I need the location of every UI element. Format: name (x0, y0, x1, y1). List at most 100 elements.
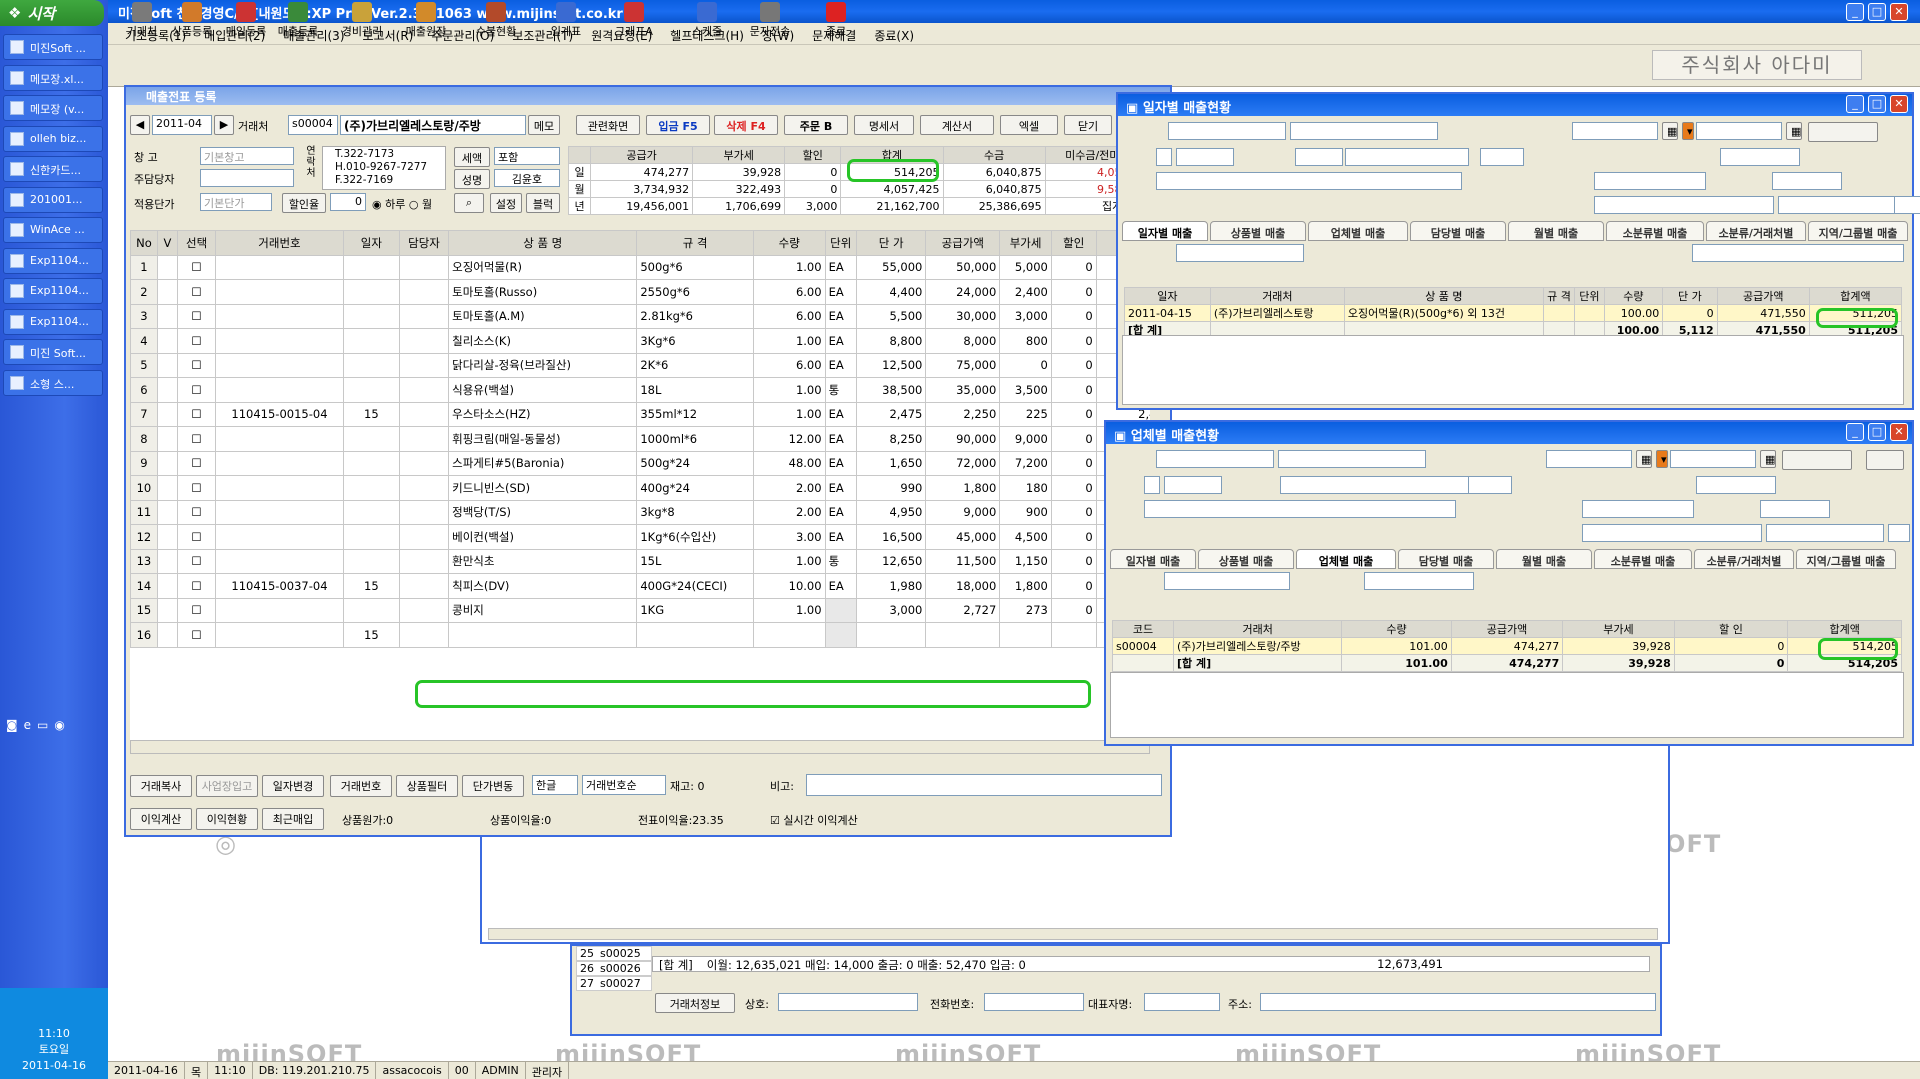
data-select[interactable] (1582, 524, 1762, 542)
grid-cell[interactable]: 스파게티#5(Baronia) (448, 450, 638, 476)
table-row[interactable]: 7 ☐ 110415-0015-04 15 우스타소스(HZ) 355ml*12 1.00 E… (130, 401, 1150, 427)
report-tab[interactable]: 상품별 매출 (1210, 221, 1306, 241)
table-row[interactable]: 12 ☐ 베이컨(백설) 1Kg*6(수입산) 3.00 EA 16,500 45,000 4,… (130, 524, 1150, 550)
grid-cell[interactable]: 72,000 (925, 450, 1001, 476)
grid-cell[interactable]: 1,980 (855, 573, 927, 599)
grid-cell[interactable]: 180 (999, 475, 1052, 501)
biz-select[interactable] (1168, 122, 1286, 140)
grid-cell[interactable]: EA (824, 426, 857, 452)
slip-action-button[interactable]: 명세서 (854, 115, 914, 135)
grid-cell[interactable]: 400g*24 (636, 475, 754, 501)
grid-cell[interactable]: 12.00 (752, 426, 826, 452)
grid-cell[interactable]: 900 (999, 499, 1052, 525)
row-checkbox[interactable]: ☐ (177, 377, 217, 403)
report-tab[interactable]: 상품별 매출 (1198, 549, 1294, 569)
grid-cell[interactable]: 3.00 (752, 524, 826, 550)
grid-cell[interactable]: 5,500 (855, 303, 927, 329)
sort-select[interactable] (1364, 572, 1474, 590)
grid-cell[interactable]: 0 (1050, 254, 1097, 280)
grid-header[interactable]: 단위 (1574, 287, 1605, 305)
grid-cell[interactable]: 500g*24 (636, 450, 754, 476)
table-row[interactable]: 11☐정백당(T/S)3kg*82.00EA4,9509,00090009,90… (130, 499, 1150, 525)
grid-cell[interactable]: 50,000 (925, 254, 1001, 280)
calendar-icon[interactable]: ▦ (1760, 450, 1776, 468)
calendar-icon[interactable]: ▦ (1636, 450, 1652, 468)
grid-cell[interactable]: 3kg*8 (636, 499, 754, 525)
cat-select[interactable] (1582, 500, 1694, 518)
grid-cell[interactable]: 3Kg*6 (636, 328, 754, 354)
grid-cell[interactable]: 38,500 (855, 377, 927, 403)
grid-cell[interactable]: 16,500 (855, 524, 927, 550)
table-row[interactable]: 14 ☐ 110415-0037-04 15 칙피스(DV) 400G*24(CECI) 1… (130, 573, 1150, 599)
report-tab[interactable]: 업체별 매출 (1308, 221, 1408, 241)
company-close-button[interactable]: ✕ (1890, 423, 1908, 441)
grid-cell[interactable]: 닭다리살-정육(브라질산) (448, 352, 638, 378)
grid-cell[interactable]: EA (824, 401, 857, 427)
ie-icon[interactable]: e (24, 718, 31, 732)
grid-header[interactable]: 단 가 (855, 230, 927, 256)
slip-action-button[interactable]: 계산서 (920, 115, 994, 135)
grid-cell[interactable]: 2K*6 (636, 352, 754, 378)
firefox-icon[interactable]: ◉ (54, 718, 64, 732)
grid-cell[interactable]: 1,150 (999, 548, 1052, 574)
lang-select[interactable]: 한글 (532, 775, 578, 795)
client-name-field[interactable]: (주)가브리엘레스토랑/주방 (340, 115, 526, 135)
grid-cell[interactable]: 8,800 (855, 328, 927, 354)
report-tab[interactable]: 소분류별 매출 (1594, 549, 1692, 569)
grid-cell[interactable]: 0 (1050, 279, 1097, 305)
grid-cell[interactable]: 0 (999, 352, 1052, 378)
print-button[interactable] (1866, 450, 1904, 470)
grid-header[interactable]: 규 격 (636, 230, 754, 256)
grid-cell[interactable] (855, 622, 927, 648)
toolbar-button[interactable]: 매입등록 (220, 2, 272, 40)
biz-select[interactable] (1156, 450, 1274, 468)
row-checkbox[interactable]: ☐ (177, 548, 217, 574)
table-row[interactable]: 3 ☐ 토마토홀(A.M) 2.81kg*6 6.00 EA 5,500 30,000 3,00… (130, 303, 1150, 329)
grid-header[interactable]: 합계액 (1787, 620, 1902, 638)
client-code-field[interactable] (1295, 148, 1343, 166)
row-checkbox[interactable]: ☐ (177, 524, 217, 550)
grid-cell[interactable]: 0 (1050, 328, 1097, 354)
grid-cell[interactable]: 1.00 (752, 401, 826, 427)
grid-cell[interactable]: EA (824, 352, 857, 378)
prev-month-button[interactable]: ◀ (130, 115, 150, 135)
client-name-field[interactable] (1280, 476, 1482, 494)
toolbar-button[interactable]: 경비관리 (333, 2, 391, 40)
row-checkbox[interactable]: ☐ (177, 475, 217, 501)
grid-cell[interactable]: EA (824, 573, 857, 599)
slip-action-button[interactable]: 주문 B (784, 115, 848, 135)
grid-cell[interactable]: 0 (1050, 524, 1097, 550)
product-input[interactable] (1156, 172, 1462, 190)
grid-cell[interactable]: 0 (1050, 426, 1097, 452)
taskbar-item[interactable]: WinAce ... (3, 217, 103, 243)
taskbar-item[interactable]: 201001... (3, 186, 103, 213)
row-checkbox[interactable]: ☐ (177, 303, 217, 329)
period-day-radio[interactable]: ◉ 하루 ○ 월 (372, 196, 432, 212)
taskbar-item[interactable]: 메모장 (v... (3, 95, 103, 121)
taskbar-item[interactable]: Exp1104... (3, 308, 103, 335)
table-row[interactable]: 4☐칠리소스(K)3Kg*61.00EA8,8008,00080008,800 (130, 328, 1150, 354)
dropdown-icon[interactable]: ▾ (1682, 122, 1694, 140)
row-checkbox[interactable]: ☐ (177, 352, 217, 378)
grid-header[interactable]: 합계액 (1808, 287, 1903, 305)
slip-tool-button[interactable]: 단가변동 (462, 775, 524, 797)
maximize-button[interactable]: □ (1868, 3, 1886, 21)
grid-cell[interactable] (1050, 622, 1097, 648)
grid-cell[interactable]: 0 (1050, 352, 1097, 378)
slip-tool-button[interactable]: 일자변경 (262, 775, 324, 797)
grid-cell[interactable]: 토마토홀(Russo) (448, 279, 638, 305)
minimize-button[interactable]: _ (1846, 3, 1864, 21)
memo-button[interactable]: 메모 (528, 115, 560, 135)
toolbar-button[interactable]: 매출원장 (400, 2, 452, 40)
row-checkbox[interactable]: ☐ (177, 254, 217, 280)
table-row[interactable]: 2011-04-15 (주)가브리엘레스토랑 오징어먹물(R)(500g*6) 외 … (1124, 304, 1903, 322)
grid-cell[interactable] (925, 622, 1001, 648)
grid-header[interactable]: 상 품 명 (448, 230, 638, 256)
folder-icon[interactable]: ▭ (37, 718, 48, 732)
calendar-icon[interactable]: ▦ (1662, 122, 1678, 140)
table-row[interactable]: 15☐콩비지1KG1.003,0002,72727303,000 (130, 597, 1150, 623)
report-tab[interactable]: 담당별 매출 (1410, 221, 1506, 241)
grid-cell[interactable]: 990 (855, 475, 927, 501)
grid-cell[interactable]: EA (824, 328, 857, 354)
grid-cell[interactable]: 1Kg*6(수입산) (636, 524, 754, 550)
